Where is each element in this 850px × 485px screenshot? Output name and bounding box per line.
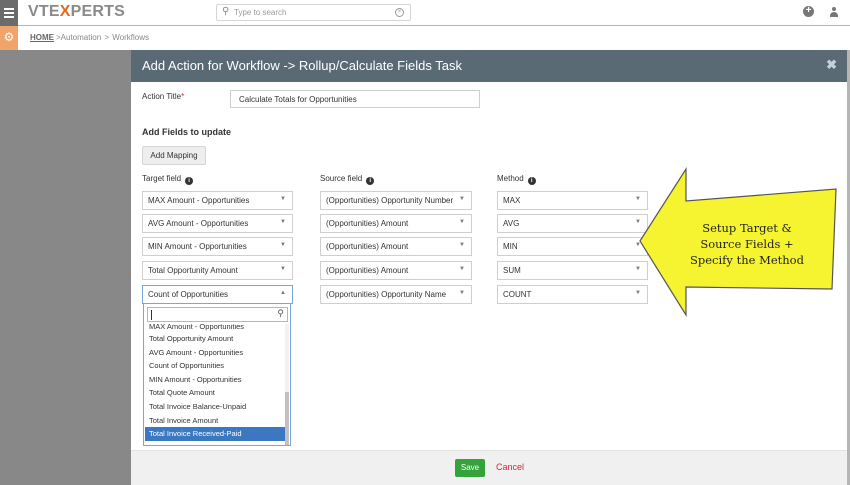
target-field-select[interactable]: MIN Amount - Opportunities ▼ bbox=[142, 237, 293, 256]
callout-text: Setup Target & Source Fields + Specify t… bbox=[690, 221, 804, 267]
target-field-select[interactable]: MAX Amount - Opportunities ▼ bbox=[142, 191, 293, 210]
info-icon: i bbox=[527, 177, 536, 185]
chevron-down-icon: ▼ bbox=[459, 242, 465, 248]
dropdown-option[interactable]: AVG Amount - Opportunities bbox=[145, 346, 289, 360]
source-field-header: Source field i bbox=[320, 174, 375, 185]
required-mark: * bbox=[181, 92, 185, 101]
method-select[interactable]: MAX ▼ bbox=[497, 191, 648, 210]
method-select[interactable]: SUM ▼ bbox=[497, 261, 648, 280]
dropdown-option[interactable]: Count of Opportunities bbox=[145, 359, 289, 373]
source-field-select[interactable]: (Opportunities) Amount ▼ bbox=[320, 214, 472, 233]
breadcrumb: HOME >Automation > Workflows bbox=[30, 33, 149, 42]
info-icon: i bbox=[366, 177, 375, 185]
dropdown-option[interactable]: Total Invoice Amount bbox=[145, 414, 289, 428]
chevron-down-icon: ▼ bbox=[280, 242, 286, 248]
chevron-down-icon: ▼ bbox=[459, 196, 465, 202]
dropdown-option-highlighted[interactable]: Total Invoice Received-Paid bbox=[145, 427, 289, 441]
breadcrumb-automation[interactable]: >Automation bbox=[56, 33, 101, 42]
chevron-down-icon: ▼ bbox=[459, 219, 465, 225]
add-mapping-button[interactable]: Add Mapping bbox=[142, 146, 206, 165]
user-icon[interactable] bbox=[829, 7, 839, 17]
dropdown-scrollbar[interactable] bbox=[285, 324, 289, 445]
breadcrumb-bar: ⚙ HOME >Automation > Workflows bbox=[0, 26, 850, 50]
dropdown-option[interactable]: MIN Amount - Opportunities bbox=[145, 373, 289, 387]
chevron-down-icon: ▼ bbox=[280, 219, 286, 225]
info-icon: i bbox=[185, 177, 194, 185]
clear-search-icon[interactable]: × bbox=[395, 8, 404, 17]
breadcrumb-workflows[interactable]: Workflows bbox=[112, 33, 149, 42]
modal-footer: Save Cancel bbox=[131, 450, 847, 485]
chevron-down-icon: ▼ bbox=[280, 266, 286, 272]
target-field-select[interactable]: AVG Amount - Opportunities ▼ bbox=[142, 214, 293, 233]
dropdown-option[interactable]: MAX Amount - Opportunities bbox=[145, 324, 289, 332]
chevron-down-icon: ▼ bbox=[459, 266, 465, 272]
source-field-select[interactable]: (Opportunities) Opportunity Number ▼ bbox=[320, 191, 472, 210]
cancel-link[interactable]: Cancel bbox=[496, 462, 524, 472]
dropdown-option[interactable]: Total Invoice Balance-Unpaid bbox=[145, 400, 289, 414]
gear-icon[interactable]: ⚙ bbox=[0, 26, 18, 50]
target-field-dropdown: ⚲ MAX Amount - Opportunities Total Oppor… bbox=[143, 303, 291, 446]
search-placeholder: Type to search bbox=[234, 8, 287, 17]
action-title-input[interactable]: Calculate Totals for Opportunities bbox=[230, 90, 480, 108]
top-navigation-bar: VTEXPERTS ⚲ Type to search × + bbox=[0, 0, 850, 26]
method-header: Method i bbox=[497, 174, 536, 185]
modal-header: Add Action for Workflow -> Rollup/Calcul… bbox=[131, 50, 847, 82]
dropdown-search-input[interactable]: ⚲ bbox=[147, 307, 288, 322]
modal-title: Add Action for Workflow -> Rollup/Calcul… bbox=[142, 58, 462, 73]
source-field-select[interactable]: (Opportunities) Amount ▼ bbox=[320, 261, 472, 280]
target-field-select[interactable]: Total Opportunity Amount ▼ bbox=[142, 261, 293, 280]
source-field-select[interactable]: (Opportunities) Amount ▼ bbox=[320, 237, 472, 256]
chevron-down-icon: ▼ bbox=[459, 290, 465, 296]
search-icon: ⚲ bbox=[277, 308, 284, 318]
plus-circle-icon[interactable]: + bbox=[803, 6, 814, 17]
chevron-down-icon: ▼ bbox=[280, 196, 286, 202]
dropdown-option[interactable]: Total Opportunity Amount bbox=[145, 332, 289, 346]
method-select[interactable]: MIN ▼ bbox=[497, 237, 648, 256]
chevron-up-icon: ▲ bbox=[280, 290, 286, 296]
target-field-header: Target field i bbox=[142, 174, 194, 185]
method-select[interactable]: COUNT ▼ bbox=[497, 285, 648, 304]
target-field-select-open[interactable]: Count of Opportunities ▲ bbox=[142, 285, 293, 304]
dropdown-options-list: MAX Amount - Opportunities Total Opportu… bbox=[145, 324, 289, 445]
breadcrumb-separator: > bbox=[104, 33, 110, 42]
fields-section-heading: Add Fields to update bbox=[142, 127, 231, 137]
menu-icon[interactable] bbox=[0, 0, 18, 26]
save-button[interactable]: Save bbox=[455, 459, 485, 477]
vtexperts-logo[interactable]: VTEXPERTS bbox=[28, 3, 125, 21]
close-icon[interactable]: ✖ bbox=[826, 57, 837, 73]
source-field-select[interactable]: (Opportunities) Opportunity Name ▼ bbox=[320, 285, 472, 304]
method-select[interactable]: AVG ▼ bbox=[497, 214, 648, 233]
search-icon: ⚲ bbox=[222, 6, 230, 17]
dropdown-option[interactable]: Total Quote Amount bbox=[145, 386, 289, 400]
action-title-label: Action Title* bbox=[142, 92, 185, 101]
breadcrumb-home[interactable]: HOME bbox=[30, 33, 54, 42]
global-search[interactable]: ⚲ Type to search × bbox=[216, 4, 411, 21]
